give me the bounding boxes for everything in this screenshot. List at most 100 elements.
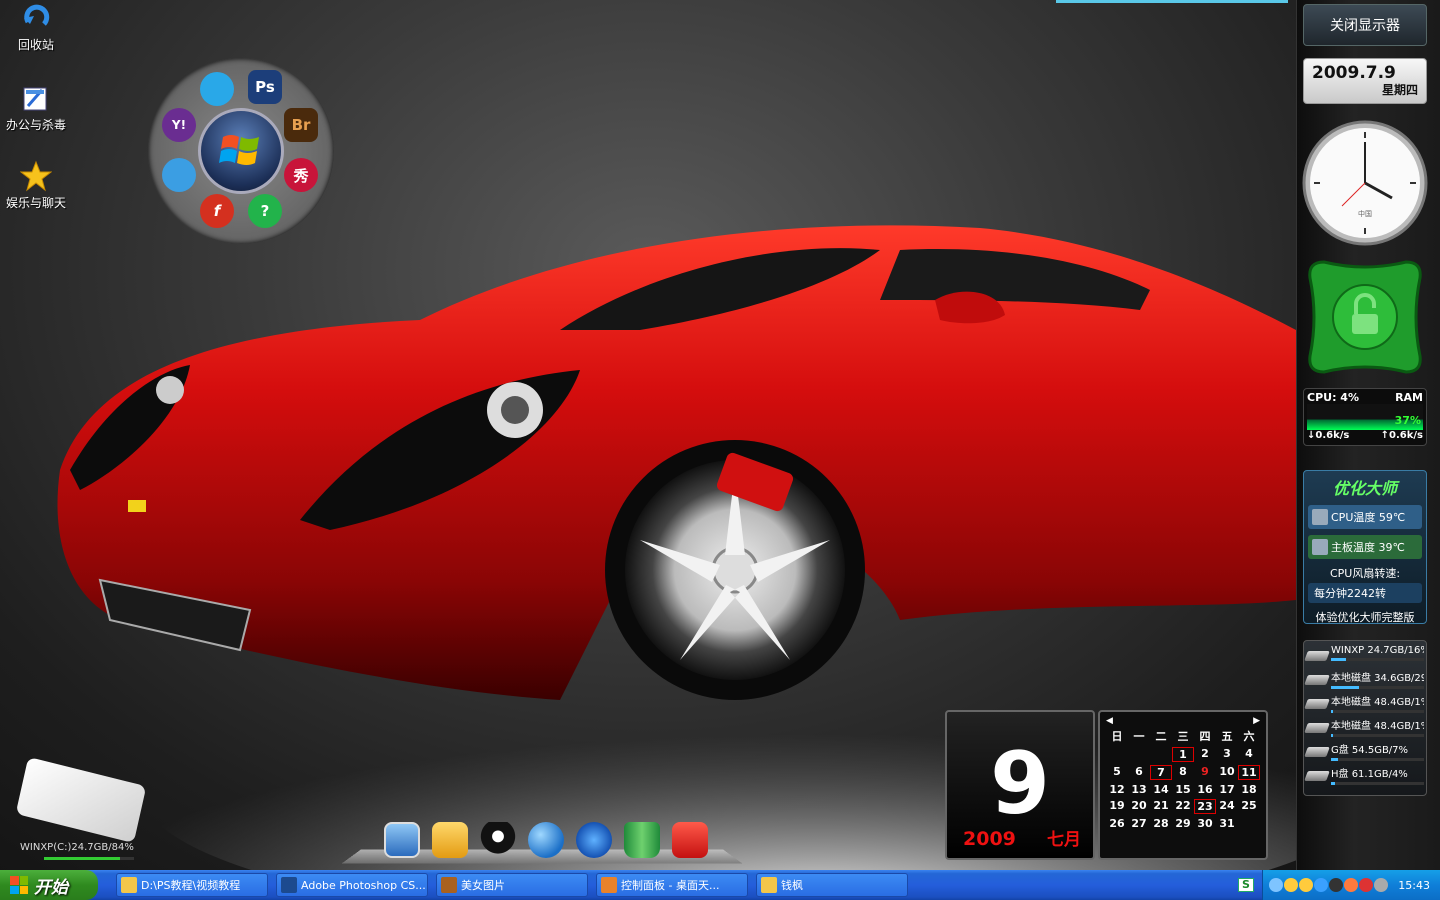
bridge-icon[interactable]: Br <box>284 108 318 142</box>
globe-icon[interactable] <box>528 822 564 858</box>
desktop-icon-entertainment[interactable]: 娱乐与聊天 <box>0 160 72 211</box>
drive-row[interactable]: 本地磁盘 34.6GB/29 <box>1304 669 1424 693</box>
calendar-day-widget: 9 2009 七月 <box>945 710 1095 860</box>
qq-penguin-icon[interactable] <box>200 72 234 106</box>
help-icon[interactable]: ? <box>248 194 282 228</box>
calendar-date-cell[interactable]: 29 <box>1172 817 1194 830</box>
calendar-date-cell[interactable]: 5 <box>1106 765 1128 780</box>
lock-screen-gadget[interactable] <box>1304 256 1426 378</box>
tray-smiley-icon[interactable] <box>1299 878 1313 892</box>
drive-row[interactable]: 本地磁盘 48.4GB/1% <box>1304 717 1424 741</box>
desktop-icon-office[interactable]: 办公与杀毒 <box>0 82 72 133</box>
calendar-date-cell[interactable]: 1 <box>1172 747 1194 762</box>
folder-icon[interactable] <box>432 822 468 858</box>
usb-drive-label: WINXP(C:)24.7GB/84% <box>20 842 134 853</box>
calendar-next-arrow-icon[interactable]: ▶ <box>1253 716 1260 728</box>
calendar-date-cell[interactable]: 16 <box>1194 783 1216 796</box>
flash-icon[interactable]: f <box>200 194 234 228</box>
calendar-date-cell[interactable]: 4 <box>1238 747 1260 762</box>
tray-smiley-icon[interactable] <box>1284 878 1298 892</box>
taskbar-clock[interactable]: 15:43 <box>1398 879 1430 892</box>
calendar-prev-arrow-icon[interactable]: ◀ <box>1106 716 1113 728</box>
close-display-label: 关闭显示器 <box>1330 18 1400 34</box>
calendar-date-cell[interactable]: 2 <box>1194 747 1216 762</box>
calendar-date-cell[interactable]: 8 <box>1172 765 1194 780</box>
folder-icon <box>761 877 777 893</box>
calendar-date-cell[interactable]: 23 <box>1194 799 1216 814</box>
drive-label: 本地磁盘 48.4GB/1% <box>1331 721 1424 732</box>
hard-drive-icon <box>1304 675 1330 685</box>
calendar-date-cell[interactable]: 11 <box>1238 765 1260 780</box>
taskbar-window-button[interactable]: 钱枫 <box>756 873 908 897</box>
tray-network-icon[interactable] <box>1314 878 1328 892</box>
cpu-label: CPU: 4% <box>1307 391 1359 404</box>
media-player-icon[interactable] <box>576 822 612 858</box>
folder-icon <box>121 877 137 893</box>
drive-row[interactable]: WINXP 24.7GB/16% <box>1304 645 1424 669</box>
messenger-bird-icon[interactable] <box>162 158 196 192</box>
calendar-date-cell[interactable]: 31 <box>1216 817 1238 830</box>
windows-logo-button[interactable] <box>198 108 284 194</box>
calendar-date-cell[interactable]: 9 <box>1194 765 1216 780</box>
close-display-button[interactable]: 关闭显示器 <box>1303 4 1427 46</box>
calendar-date-cell[interactable]: 20 <box>1128 799 1150 814</box>
start-label: 开始 <box>34 877 68 898</box>
calendar-date-cell[interactable]: 18 <box>1238 783 1260 796</box>
meitu-icon[interactable]: 秀 <box>284 158 318 192</box>
top-edge-bar <box>1056 0 1288 3</box>
calendar-date-cell[interactable]: 14 <box>1150 783 1172 796</box>
recycle-can-icon[interactable] <box>624 822 660 858</box>
tray-volume-icon[interactable] <box>1374 878 1388 892</box>
calendar-date-cell[interactable]: 27 <box>1128 817 1150 830</box>
usb-drive-widget[interactable]: WINXP(C:)24.7GB/84% <box>15 756 147 864</box>
tray-penguin-icon[interactable] <box>1344 878 1358 892</box>
taskbar-window-button[interactable]: Adobe Photoshop CS... <box>276 873 428 897</box>
app-launcher-wheel: Ps Br 秀 ? f Y! <box>148 58 334 244</box>
optimizer-gadget[interactable]: 优化大师 CPU温度 59℃ 主板温度 39℃ CPU风扇转速: 每分钟2242… <box>1303 470 1427 624</box>
calendar-date-cell[interactable]: 12 <box>1106 783 1128 796</box>
calendar-date-cell[interactable]: 15 <box>1172 783 1194 796</box>
start-button[interactable]: 开始 <box>0 870 98 900</box>
office-folder-icon <box>23 87 47 111</box>
drive-usage-bar <box>1331 734 1424 737</box>
input-method-icon[interactable]: S <box>1238 878 1254 892</box>
calendar-date-cell[interactable]: 21 <box>1150 799 1172 814</box>
cpu-chip-icon <box>1312 509 1328 525</box>
desktop-icon-recycle-bin[interactable]: 回收站 <box>0 2 72 53</box>
taskbar-window-button[interactable]: 美女图片 <box>436 873 588 897</box>
yahoo-messenger-icon[interactable]: Y! <box>162 108 196 142</box>
calendar-weekday-header: 五 <box>1221 730 1233 743</box>
calendar-date-cell[interactable]: 22 <box>1172 799 1194 814</box>
calendar-date-cell[interactable]: 3 <box>1216 747 1238 762</box>
tray-arrow-icon[interactable] <box>1269 878 1283 892</box>
optimizer-full-version-link[interactable]: 体验优化大师完整版 <box>1308 609 1422 625</box>
drive-row[interactable]: G盘 54.5GB/7% <box>1304 741 1424 765</box>
calendar-year: 2009 <box>963 828 1016 850</box>
drive-row[interactable]: H盘 61.1GB/4% <box>1304 765 1424 789</box>
calendar-date-cell[interactable]: 30 <box>1194 817 1216 830</box>
taskbar-window-button[interactable]: 控制面板 - 桌面天... <box>596 873 748 897</box>
calendar-date-cell[interactable]: 13 <box>1128 783 1150 796</box>
calendar-date-cell[interactable]: 25 <box>1238 799 1260 814</box>
taskbar-button-label: D:\PS教程\视频教程 <box>141 879 241 892</box>
power-icon[interactable] <box>672 822 708 858</box>
drive-row[interactable]: 本地磁盘 48.4GB/1% <box>1304 693 1424 717</box>
tray-security-icon[interactable] <box>1359 878 1373 892</box>
calendar-date-cell[interactable]: 6 <box>1128 765 1150 780</box>
taskbar-window-button[interactable]: D:\PS教程\视频教程 <box>116 873 268 897</box>
computer-icon[interactable] <box>384 822 420 858</box>
drive-usage-bar <box>1331 658 1424 661</box>
calendar-date-cell[interactable]: 17 <box>1216 783 1238 796</box>
photoshop-icon[interactable]: Ps <box>248 70 282 104</box>
calendar-date-cell[interactable]: 26 <box>1106 817 1128 830</box>
star-icon <box>20 160 52 192</box>
calendar-date-cell[interactable]: 10 <box>1216 765 1238 780</box>
net-down-rate: ↓0.6k/s <box>1307 430 1350 441</box>
calendar-date-cell[interactable]: 19 <box>1106 799 1128 814</box>
qq-penguin-icon[interactable] <box>480 822 516 858</box>
tray-qq-icon[interactable] <box>1329 878 1343 892</box>
calendar-date-cell[interactable]: 24 <box>1216 799 1238 814</box>
desktop-icon-label: 办公与杀毒 <box>5 118 66 132</box>
calendar-date-cell[interactable]: 7 <box>1150 765 1172 780</box>
calendar-date-cell[interactable]: 28 <box>1150 817 1172 830</box>
